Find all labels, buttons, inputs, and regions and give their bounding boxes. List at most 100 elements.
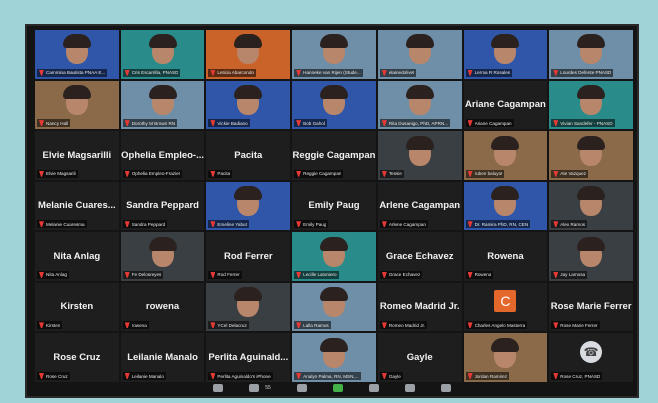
participant-tile[interactable]: Alex Ramos [549, 181, 633, 231]
participant-tile[interactable]: Vickie Badiano [206, 80, 291, 130]
participant-name-label: Grace Echavez [379, 270, 423, 279]
participant-tile[interactable]: ruben baluyot [463, 131, 548, 180]
participant-tile[interactable]: Jay Lamosa [549, 232, 633, 281]
participant-label-text: Sandra Peppard [131, 221, 166, 227]
participant-label-text: Dorothy M Brown RN [131, 120, 176, 126]
muted-mic-icon [124, 69, 130, 76]
participant-tile[interactable]: Rod Ferrer Rod Ferrer [206, 232, 291, 281]
muted-mic-icon [553, 322, 559, 329]
participants-icon[interactable] [249, 384, 260, 392]
participant-name-label: Kirsten [37, 321, 63, 330]
reactions-icon[interactable] [404, 384, 415, 392]
participant-tile[interactable]: Vivian Sandefer - PNASD [549, 80, 633, 130]
participant-tile[interactable]: Fe Delosreyes [120, 232, 205, 281]
muted-mic-icon [553, 221, 559, 228]
meeting-toolbar: 55 [27, 380, 637, 396]
participant-video [234, 186, 263, 217]
participant-tile[interactable]: Rose Cruz Rose Cruz [35, 333, 119, 382]
participant-tile[interactable]: Rowena Rowena [463, 232, 548, 281]
participant-tile[interactable]: Rita Dusanigo, PhD, APRN... [377, 80, 462, 130]
apps-icon[interactable] [440, 384, 451, 392]
record-icon[interactable] [368, 384, 379, 392]
participant-tile[interactable]: Gayle Gayle [377, 333, 462, 382]
participant-display-name: Pacita [234, 149, 263, 161]
participant-label-text: rowena [131, 322, 147, 328]
participant-tile[interactable]: Ophelia Empleo-... Ophelia Empleo-Frazier [120, 131, 205, 180]
participant-tile[interactable]: Rose Marie Ferrer Rose Marie Ferrer [549, 282, 633, 332]
participant-label-text: Gayle [388, 373, 401, 379]
participant-tile[interactable]: Reggie Cagampan Reggie Cagampan [292, 131, 376, 180]
muted-mic-icon [381, 373, 387, 379]
participant-tile[interactable]: Dr. Ramira PhD, RN, CEN [463, 181, 548, 231]
muted-mic-icon [296, 271, 302, 278]
participant-tile[interactable]: elainedolivet [377, 30, 462, 79]
participant-label-text: Ariane Cagampan [474, 120, 512, 126]
participant-tile[interactable]: Elvie Magsarilli Elvie Magsarili [35, 131, 119, 180]
participant-label-text: Ate Vazquez [560, 171, 586, 177]
participant-name-label: Nancy Hall [37, 119, 71, 128]
participant-label-text: ruben baluyot [474, 171, 503, 177]
muted-mic-icon [124, 322, 130, 329]
participant-name-label: Vickie Badiano [208, 119, 250, 128]
participant-tile[interactable]: Pacita Pacita [206, 131, 291, 180]
participant-tile[interactable]: ☎ Rose Cruz, PNASD [549, 333, 633, 382]
participant-tile[interactable]: Arlene Cagampan Arlene Cagampan [377, 181, 462, 231]
participant-label-text: Elvie Magsarili [46, 171, 76, 177]
participant-tile[interactable]: YCel Delacruz [206, 282, 291, 332]
participant-video [319, 236, 348, 267]
participant-tile[interactable]: Kirsten Kirsten [35, 282, 119, 332]
participant-tile[interactable]: Ariane Cagampan Ariane Cagampan [463, 80, 548, 130]
participant-tile[interactable]: Cris Escarrilla, PNASD [120, 30, 205, 79]
muted-mic-icon [39, 271, 44, 278]
participant-tile[interactable]: Hanneke van Rijen (Stude... [292, 30, 376, 79]
participant-tile[interactable]: Grace Echavez Grace Echavez [377, 232, 462, 281]
participant-video [577, 186, 606, 217]
participant-tile[interactable]: C Charles Angelo Masterra [463, 282, 548, 332]
security-icon[interactable] [213, 384, 224, 392]
participant-tile[interactable]: Lerma R Rosales [463, 30, 548, 79]
participant-tile[interactable]: Emily Paug Emily Paug [292, 181, 376, 231]
participant-tile[interactable]: Leticia Abarcondo [206, 30, 291, 79]
participant-tile[interactable]: Sandra Peppard Sandra Peppard [120, 181, 205, 231]
participant-name-label: Ate Vazquez [551, 169, 588, 178]
muted-mic-icon [210, 322, 216, 329]
participant-tile[interactable]: Melanie Cuares... Melanie Cuaresma [35, 181, 119, 231]
participant-tile[interactable]: Romeo Madrid Jr. Romeo Madrid Jr. [377, 282, 462, 332]
participant-name-label: Dr. Ramira PhD, RN, CEN [465, 220, 531, 229]
avatar-initial: C [494, 290, 517, 313]
muted-mic-icon [39, 373, 44, 379]
participant-tile[interactable]: Jordan Ramirez [463, 333, 548, 382]
participant-label-text: Fe Delosreyes [131, 272, 162, 278]
participant-name-label: Analyn Palma, RN, MSN,... [294, 372, 361, 380]
participant-name-label: Charles Angelo Masterra [465, 321, 528, 330]
participant-label-text: Arlene Cagampan [388, 221, 426, 227]
participant-label-text: Rita Dusanigo, PhD, APRN... [388, 120, 449, 126]
participant-tile[interactable]: Leilanie Manalo Leilanie Manalo [120, 333, 205, 382]
participant-tile[interactable]: Analyn Palma, RN, MSN,... [292, 333, 376, 382]
muted-mic-icon [210, 170, 216, 177]
participant-tile[interactable]: Cammina Bautista PNAA E... [35, 30, 119, 79]
participant-name-label: Rowena [465, 270, 494, 279]
participant-tile[interactable]: Perlita Aguinald... Perlita Aguinaldo's i… [206, 333, 291, 382]
chat-icon[interactable] [296, 384, 307, 392]
participant-tile[interactable]: Lecille Latoniero [292, 232, 376, 281]
participant-tile[interactable]: Bob Gahol [292, 80, 376, 130]
participant-tile[interactable]: Nancy Hall [35, 80, 119, 130]
participant-label-text: Reggie Cagampan [303, 171, 342, 177]
participant-tile[interactable]: Emeline Yabut [206, 181, 291, 231]
participant-video [62, 34, 91, 65]
participant-tile[interactable]: Ate Vazquez [549, 131, 633, 180]
participant-tile[interactable]: Dorothy M Brown RN [120, 80, 205, 130]
share-screen-icon[interactable] [332, 384, 343, 392]
participant-tile[interactable]: Lalla Ramos [292, 282, 376, 332]
participant-name-label: Jordan Ramirez [465, 372, 509, 380]
participant-tile[interactable]: Nita Anlag Nita Anlag [35, 232, 119, 281]
participant-display-name: rowena [145, 301, 180, 313]
participant-tile[interactable]: Lourdes Defente PNASD [549, 30, 633, 79]
participant-label-text: Rose Cruz [46, 373, 68, 379]
participant-tile[interactable]: rowena rowena [120, 282, 205, 332]
participant-tile[interactable]: Tessie [377, 131, 462, 180]
participant-name-label: ruben baluyot [465, 169, 505, 178]
participant-label-text: Vickie Badiano [217, 120, 248, 126]
muted-mic-icon [124, 373, 130, 379]
